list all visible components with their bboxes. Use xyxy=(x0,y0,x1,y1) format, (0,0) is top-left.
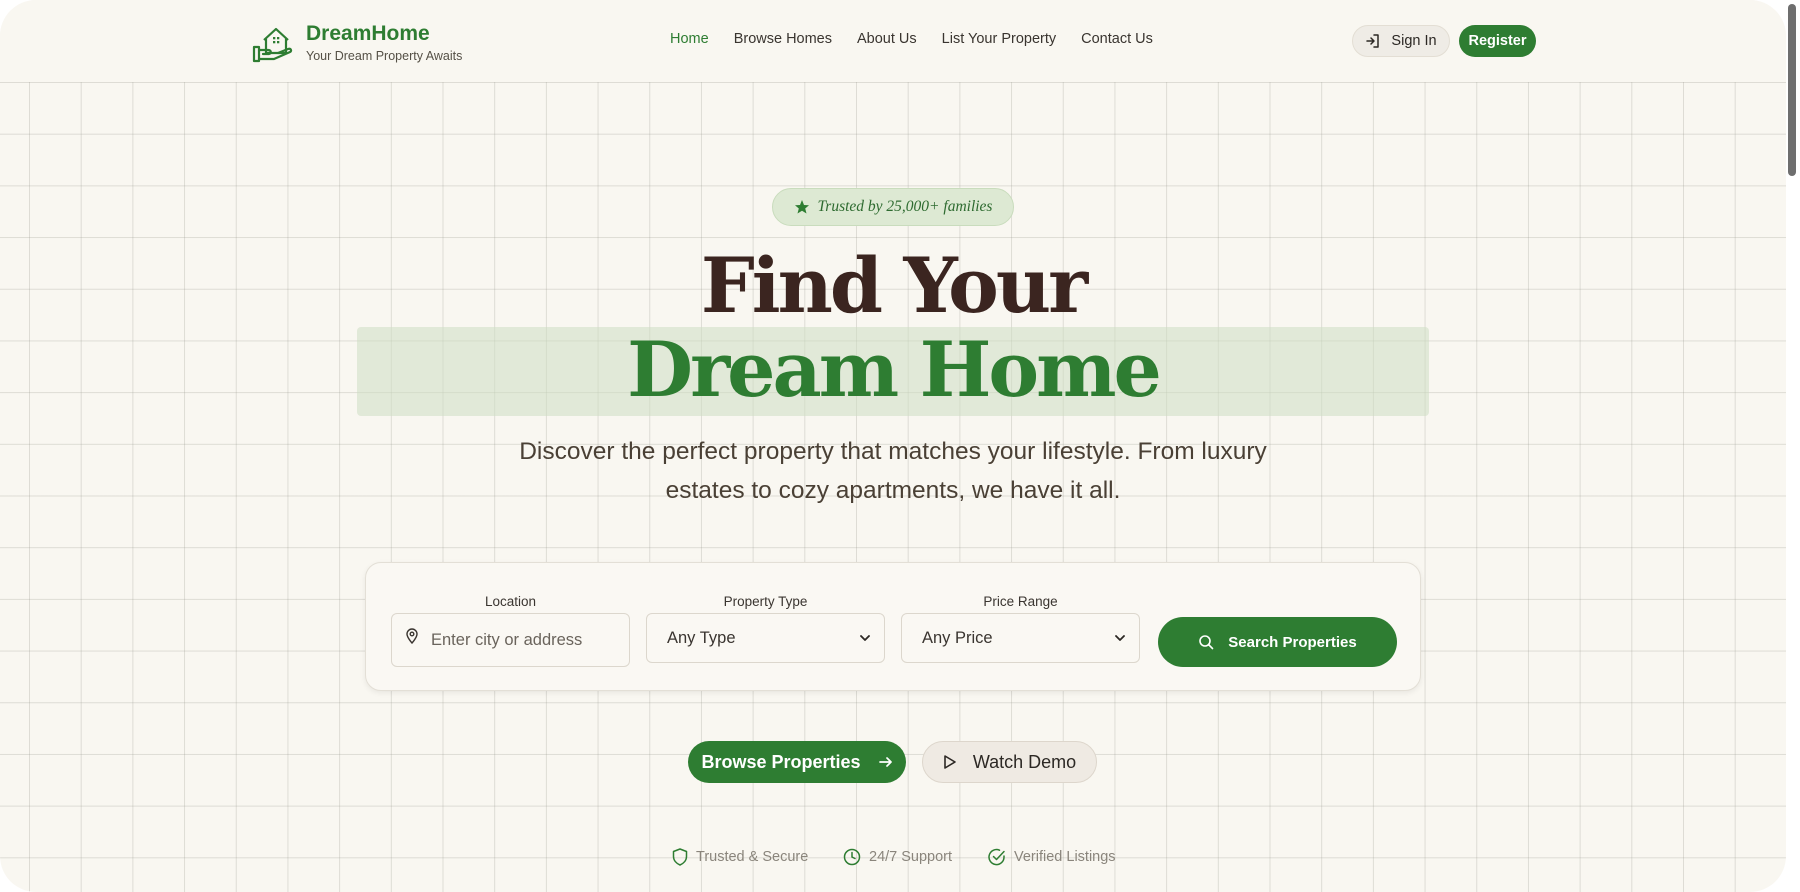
scrollbar-thumb[interactable] xyxy=(1788,4,1796,176)
trust-item-verified: Verified Listings xyxy=(988,848,1116,866)
hero-title-line1: Find Your xyxy=(700,241,1088,330)
site-header: DreamHome Your Dream Property Awaits Hom… xyxy=(0,0,1786,82)
trust-item-label: 24/7 Support xyxy=(869,849,953,865)
check-circle-icon xyxy=(988,848,1005,866)
trust-item-label: Verified Listings xyxy=(1014,849,1116,865)
arrow-right-icon xyxy=(878,757,892,767)
hero-subtitle: Discover the perfect property that match… xyxy=(519,438,1267,504)
brand-tagline: Your Dream Property Awaits xyxy=(306,48,463,63)
watch-demo-button[interactable]: Watch Demo xyxy=(922,741,1097,783)
chevron-down-icon xyxy=(860,634,870,641)
nav-home[interactable]: Home xyxy=(670,31,709,47)
chevron-down-icon xyxy=(1115,634,1125,641)
property-type-select[interactable]: Any Type xyxy=(646,613,885,663)
register-button[interactable]: Register xyxy=(1459,25,1536,57)
play-icon xyxy=(944,755,956,769)
search-icon xyxy=(1199,635,1214,650)
nav-browse-homes[interactable]: Browse Homes xyxy=(734,31,832,47)
price-range-value: Any Price xyxy=(922,628,993,647)
map-pin-icon xyxy=(406,628,418,644)
browser-window: DreamHome Your Dream Property Awaits Hom… xyxy=(0,0,1786,892)
sign-in-button[interactable]: Sign In xyxy=(1352,25,1450,57)
property-type-value: Any Type xyxy=(667,628,736,647)
location-label: Location xyxy=(484,594,537,609)
trust-item-support: 24/7 Support xyxy=(843,848,952,866)
location-input[interactable]: Enter city or address xyxy=(391,613,630,667)
brand-name: DreamHome xyxy=(306,21,430,45)
shield-icon xyxy=(672,848,688,866)
nav-about-us[interactable]: About Us xyxy=(857,31,917,47)
browse-properties-button[interactable]: Browse Properties xyxy=(688,741,906,783)
nav-contact-us[interactable]: Contact Us xyxy=(1081,31,1153,47)
sign-in-icon xyxy=(1366,34,1380,48)
trust-item-label: Trusted & Secure xyxy=(696,849,809,865)
hero-title-line2: Dream Home xyxy=(627,325,1162,414)
browse-button-label: Browse Properties xyxy=(701,751,861,772)
search-properties-button[interactable]: Search Properties xyxy=(1158,617,1397,667)
nav-list-your-property[interactable]: List Your Property xyxy=(942,31,1056,47)
property-type-label: Property Type xyxy=(723,594,808,609)
house-hand-icon xyxy=(252,27,293,63)
logo[interactable]: DreamHome Your Dream Property Awaits xyxy=(252,20,462,64)
demo-button-label: Watch Demo xyxy=(972,751,1077,772)
clock-icon xyxy=(843,848,861,866)
search-card: Location Property Type Price Range Enter… xyxy=(365,562,1421,691)
trust-badge-text: Trusted by 25,000+ families xyxy=(817,198,993,215)
star-icon xyxy=(794,200,809,214)
price-range-label: Price Range xyxy=(983,594,1058,609)
search-button-label: Search Properties xyxy=(1228,633,1357,651)
location-placeholder: Enter city or address xyxy=(431,630,583,649)
price-range-select[interactable]: Any Price xyxy=(901,613,1140,663)
main-nav: Home Browse Homes About Us List Your Pro… xyxy=(670,31,1153,47)
sign-in-label: Sign In xyxy=(1391,33,1437,49)
trust-badge: Trusted by 25,000+ families xyxy=(772,188,1014,226)
trust-item-secure: Trusted & Secure xyxy=(672,848,808,866)
